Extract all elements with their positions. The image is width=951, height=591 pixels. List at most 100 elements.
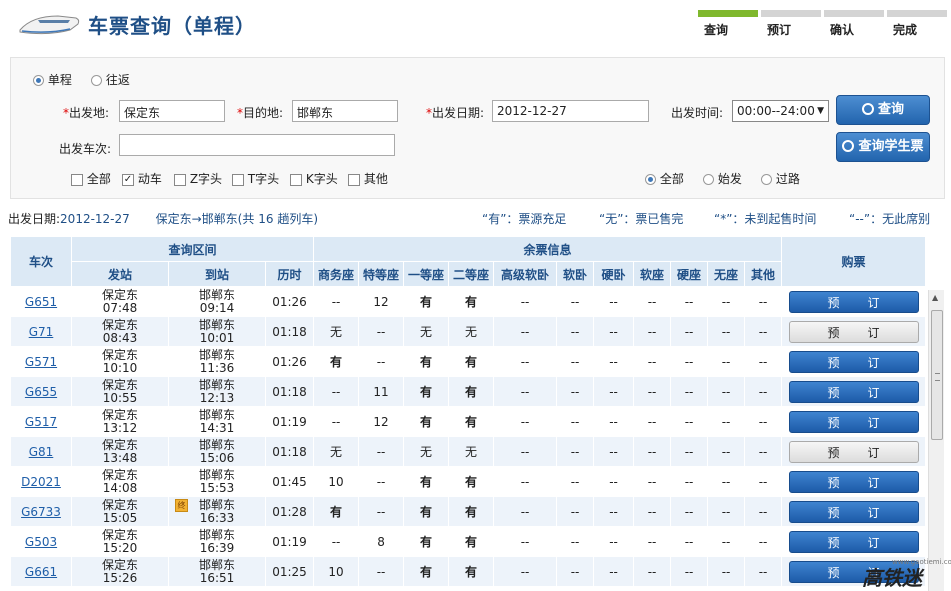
- type-z[interactable]: Z字头: [174, 170, 222, 187]
- train-code-link[interactable]: D2021: [21, 475, 61, 489]
- seat-cell: --: [358, 316, 405, 347]
- seat-cell: 有: [403, 466, 450, 497]
- student-ticket-button[interactable]: 查询学生票: [836, 132, 930, 162]
- seat-cell: 有: [403, 346, 450, 377]
- train-code-link[interactable]: G517: [25, 415, 57, 429]
- seat-cell: 有: [403, 406, 450, 437]
- trip-roundtrip[interactable]: 往返: [91, 71, 130, 88]
- emu-checkbox[interactable]: ✓: [122, 173, 134, 186]
- duration-cell: 01:19: [264, 526, 315, 557]
- stop-origin-radio[interactable]: [703, 174, 714, 185]
- train-code-cell: G655: [10, 376, 72, 407]
- scroll-thumb[interactable]: [931, 310, 943, 440]
- type-t[interactable]: T字头: [232, 170, 279, 187]
- seat-cell: --: [633, 496, 672, 527]
- search-icon: [861, 102, 874, 115]
- seat-cell: --: [556, 346, 595, 377]
- seat-cell: --: [707, 316, 746, 347]
- table-row: D2021 保定东 14:08 邯郸东 15:53 01:45 10 -- 有有 -- -- -- --…: [10, 466, 927, 497]
- train-code-link[interactable]: G661: [25, 565, 57, 579]
- page: 车票查询（单程） 查询 预订 确认 完成 单程 往返 *出发地: 保定东 *目的…: [0, 0, 951, 591]
- stop-all[interactable]: 全部: [645, 170, 684, 187]
- col-seat-1: 特等座: [358, 261, 405, 287]
- seat-cell: --: [744, 286, 783, 317]
- seat-cell: 有: [448, 376, 495, 407]
- depart-cell: 保定东 10:55: [71, 376, 169, 407]
- other-checkbox[interactable]: [348, 173, 360, 186]
- book-button[interactable]: 预订: [788, 530, 919, 553]
- book-button[interactable]: 预订: [788, 470, 919, 493]
- col-seat-9: 无座: [707, 261, 746, 287]
- seat-cell: --: [556, 496, 595, 527]
- arrive-cell: 邯郸东 15:06: [168, 436, 266, 467]
- all-checkbox[interactable]: [71, 173, 83, 186]
- book-button[interactable]: 预订: [788, 320, 919, 343]
- book-button[interactable]: 预订: [788, 500, 919, 523]
- seat-cell: --: [670, 466, 709, 497]
- book-button[interactable]: 预订: [788, 440, 919, 463]
- table-row: G81 保定东 13:48 邯郸东 15:06 01:18 无 -- 无无 -- -- -- -- -- -…: [10, 436, 927, 467]
- seat-cell: 无: [403, 316, 450, 347]
- buy-cell: 预订: [781, 496, 927, 527]
- date-input[interactable]: 2012-12-27: [492, 100, 649, 122]
- book-button[interactable]: 预订: [788, 350, 919, 373]
- book-button[interactable]: 预订: [788, 380, 919, 403]
- seat-cell: --: [313, 376, 360, 407]
- from-input[interactable]: 保定东: [119, 100, 225, 122]
- stop-passing-radio[interactable]: [761, 174, 772, 185]
- type-all[interactable]: 全部: [71, 170, 111, 187]
- type-k[interactable]: K字头: [290, 170, 338, 187]
- seat-cell: 有: [448, 556, 495, 587]
- seat-cell: 8: [358, 526, 405, 557]
- k-checkbox[interactable]: [290, 173, 302, 186]
- seat-cell: 有: [448, 346, 495, 377]
- train-code-link[interactable]: G71: [29, 325, 54, 339]
- date-label: *出发日期:: [426, 106, 485, 120]
- book-button[interactable]: 预订: [788, 290, 919, 313]
- seat-cell: --: [493, 496, 558, 527]
- seat-cell: --: [744, 526, 783, 557]
- oneway-radio[interactable]: [33, 75, 44, 86]
- search-form: 单程 往返 *出发地: 保定东 *目的地: 邯郸东 *出发日期: 2012-12…: [10, 57, 945, 199]
- stop-passing[interactable]: 过路: [761, 170, 800, 187]
- buy-cell: 预订: [781, 346, 927, 377]
- train-code-link[interactable]: G81: [29, 445, 54, 459]
- type-other[interactable]: 其他: [348, 170, 388, 187]
- duration-cell: 01:18: [264, 376, 315, 407]
- duration-cell: 01:18: [264, 436, 315, 467]
- seat-cell: --: [670, 436, 709, 467]
- seat-cell: --: [556, 316, 595, 347]
- seat-cell: 有: [448, 496, 495, 527]
- roundtrip-radio[interactable]: [91, 75, 102, 86]
- query-button[interactable]: 查询: [836, 95, 930, 125]
- table-row: G571 保定东 10:10 邯郸东 11:36 01:26 有 -- 有有 -- -- -- -- --…: [10, 346, 927, 377]
- to-input[interactable]: 邯郸东: [292, 100, 398, 122]
- step-book: 预订: [761, 10, 821, 40]
- train-code-link[interactable]: G571: [25, 355, 57, 369]
- train-code-link[interactable]: G651: [25, 295, 57, 309]
- train-code-link[interactable]: G6733: [21, 505, 61, 519]
- z-checkbox[interactable]: [174, 173, 186, 186]
- time-select[interactable]: 00:00--24:00 ▼: [732, 100, 829, 122]
- stop-all-radio[interactable]: [645, 174, 656, 185]
- col-seat-4: 高级软卧: [493, 261, 558, 287]
- arrive-cell: 邯郸东 15:53: [168, 466, 266, 497]
- seat-cell: --: [670, 406, 709, 437]
- trip-oneway[interactable]: 单程: [33, 71, 72, 88]
- t-checkbox[interactable]: [232, 173, 244, 186]
- book-button[interactable]: 预订: [788, 410, 919, 433]
- scroll-up-icon[interactable]: ▲: [932, 293, 938, 302]
- train-no-input[interactable]: [119, 134, 395, 156]
- seat-cell: --: [593, 316, 635, 347]
- seat-cell: --: [493, 436, 558, 467]
- buy-cell: 预订: [781, 466, 927, 497]
- table-scrollbar[interactable]: ▲: [928, 290, 944, 591]
- seat-cell: 有: [448, 466, 495, 497]
- seat-cell: --: [707, 346, 746, 377]
- seat-cell: 无: [448, 436, 495, 467]
- train-code-link[interactable]: G655: [25, 385, 57, 399]
- train-code-link[interactable]: G503: [25, 535, 57, 549]
- type-emu[interactable]: ✓ 动车: [122, 170, 162, 187]
- table-row: G71 保定东 08:43 邯郸东 10:01 01:18 无 -- 无无 -- -- -- -- -- -…: [10, 316, 927, 347]
- stop-origin[interactable]: 始发: [703, 170, 742, 187]
